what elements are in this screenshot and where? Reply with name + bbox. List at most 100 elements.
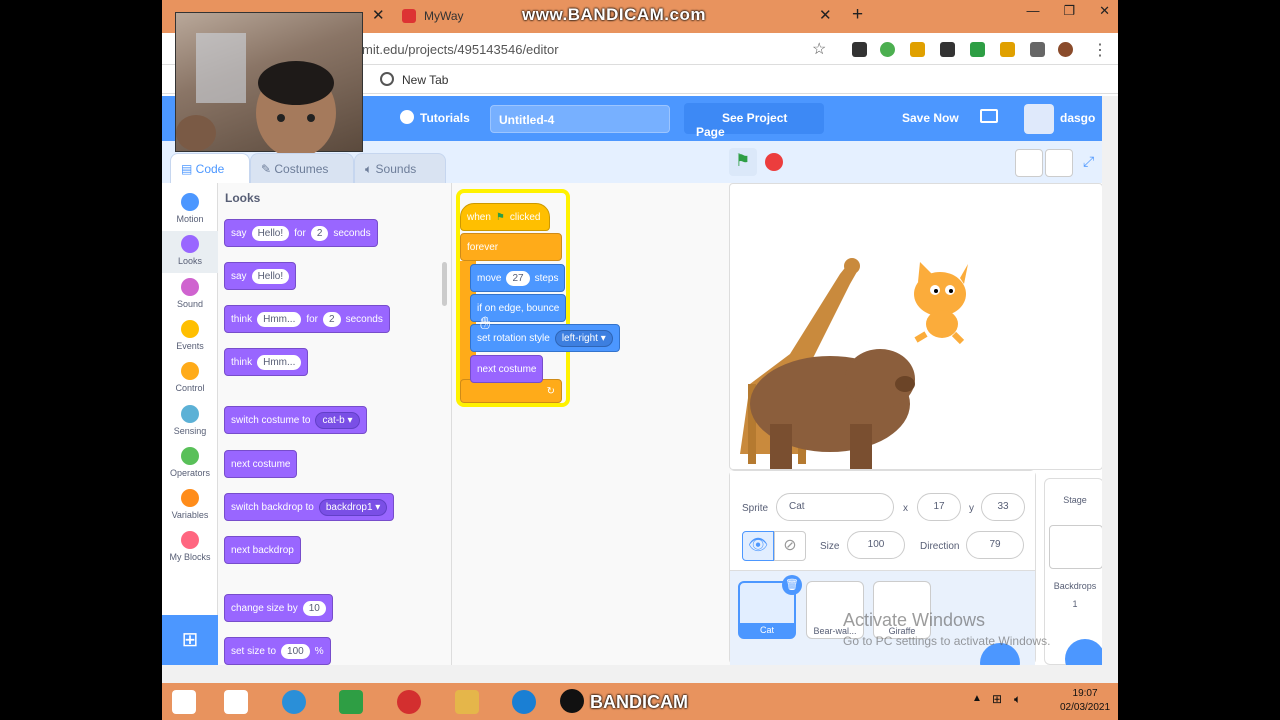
- clock[interactable]: 19:07 02/03/2021: [1060, 687, 1110, 715]
- close-tab-icon[interactable]: ✕: [372, 6, 385, 24]
- vertical-scrollbar[interactable]: [1102, 96, 1118, 665]
- category-my-blocks[interactable]: My Blocks: [162, 527, 218, 569]
- category-looks[interactable]: Looks: [162, 231, 218, 274]
- extension-clapper-icon[interactable]: [852, 42, 867, 57]
- start-windows-icon[interactable]: [172, 690, 196, 714]
- opera-icon[interactable]: [397, 690, 421, 714]
- minimize-icon[interactable]: —: [1026, 3, 1039, 19]
- store-icon[interactable]: [339, 690, 363, 714]
- profile-avatar-icon[interactable]: [1058, 42, 1073, 57]
- new-tab-icon[interactable]: +: [852, 4, 863, 26]
- tutorials-button[interactable]: Tutorials: [420, 111, 470, 125]
- green-flag-button[interactable]: ⚑: [729, 148, 757, 176]
- category-sound[interactable]: Sound: [162, 274, 218, 316]
- extension-wifi-icon[interactable]: [880, 42, 895, 57]
- rotation-style-block[interactable]: set rotation style left-right ▾: [470, 324, 620, 352]
- maximize-icon[interactable]: ❐: [1063, 3, 1075, 19]
- x-input[interactable]: 17: [917, 493, 961, 521]
- username[interactable]: dasgo: [1060, 111, 1095, 125]
- change-size-input[interactable]: 10: [302, 600, 326, 616]
- message-input[interactable]: Hello!: [251, 225, 290, 241]
- category-events[interactable]: Events: [162, 316, 218, 358]
- stage[interactable]: [729, 183, 1103, 470]
- message-input[interactable]: Hmm...: [257, 354, 302, 370]
- horizontal-scrollbar[interactable]: [162, 665, 1118, 683]
- volume-icon[interactable]: 🔈︎: [1014, 692, 1021, 707]
- bandicam-icon[interactable]: [560, 689, 584, 713]
- say-block[interactable]: say Hello!: [224, 262, 297, 290]
- seconds-input[interactable]: 2: [310, 225, 329, 241]
- when-flag-clicked-block[interactable]: when ⚑ clicked: [460, 203, 550, 231]
- tab-code[interactable]: ▤ Code: [170, 153, 250, 183]
- y-input[interactable]: 33: [981, 493, 1025, 521]
- delete-sprite-icon[interactable]: 🗑︎: [782, 575, 802, 595]
- save-now-button[interactable]: Save Now: [902, 111, 959, 125]
- tab-title[interactable]: MyWay: [424, 9, 464, 23]
- move-steps-block[interactable]: move 27 steps: [470, 264, 566, 292]
- file-explorer-icon[interactable]: [455, 690, 479, 714]
- palette-scrollbar[interactable]: [442, 262, 447, 306]
- size-input[interactable]: 100: [847, 531, 905, 559]
- add-extension-button[interactable]: ⊞: [162, 615, 218, 665]
- bookmark-new-tab[interactable]: New Tab: [402, 73, 448, 87]
- close-window-icon[interactable]: ✕: [1099, 3, 1110, 19]
- hide-sprite-button[interactable]: ⊘: [774, 531, 806, 561]
- switch-costume-block[interactable]: switch costume to cat-b ▾: [224, 406, 367, 434]
- set-size-block[interactable]: set size to 100 %: [224, 637, 331, 665]
- browser-menu-icon[interactable]: ⋮: [1092, 40, 1108, 60]
- small-stage-button[interactable]: [1015, 149, 1043, 177]
- extensions-puzzle-icon[interactable]: [1030, 42, 1045, 57]
- file-icon[interactable]: [224, 690, 248, 714]
- costume-dropdown[interactable]: cat-b ▾: [315, 411, 360, 429]
- see-project-page-button[interactable]: See Project Page: [684, 103, 824, 139]
- folder-icon[interactable]: [980, 109, 998, 123]
- set-size-input[interactable]: 100: [281, 643, 310, 659]
- network-icon[interactable]: ⊞: [992, 692, 1002, 706]
- direction-input[interactable]: 79: [966, 531, 1024, 559]
- extension-film-icon[interactable]: [940, 42, 955, 57]
- large-stage-button[interactable]: [1045, 149, 1073, 177]
- think-block[interactable]: think Hmm...: [224, 348, 309, 376]
- seconds-input[interactable]: 2: [323, 311, 341, 327]
- edge-icon[interactable]: [512, 690, 536, 714]
- stage-thumbnail[interactable]: [1049, 525, 1103, 569]
- stop-button[interactable]: [765, 153, 783, 171]
- steps-input[interactable]: 27: [506, 270, 530, 286]
- show-sprite-button[interactable]: 👁︎: [742, 531, 774, 561]
- next-backdrop-block[interactable]: next backdrop: [224, 536, 301, 564]
- stage-target-pane[interactable]: Stage Backdrops 1: [1044, 478, 1105, 679]
- extension-download-icon[interactable]: [910, 42, 925, 57]
- tab-sounds[interactable]: 🔈︎ Sounds: [354, 153, 446, 183]
- message-input[interactable]: Hello!: [251, 268, 290, 284]
- message-input[interactable]: Hmm...: [257, 311, 302, 327]
- avatar[interactable]: [1024, 104, 1054, 134]
- sprite-name-input[interactable]: Cat: [776, 493, 894, 521]
- category-control[interactable]: Control: [162, 358, 218, 400]
- cat-sprite[interactable]: [914, 262, 968, 345]
- category-label: Motion: [176, 214, 204, 224]
- bandicam-taskbar-label[interactable]: BANDICAM: [590, 692, 688, 713]
- say-for-block[interactable]: say Hello! for 2 seconds: [224, 219, 378, 247]
- category-variables[interactable]: Variables: [162, 485, 218, 527]
- backdrop-dropdown[interactable]: backdrop1 ▾: [318, 498, 388, 516]
- next-costume-block[interactable]: next costume: [224, 450, 298, 478]
- tray-arrow-icon[interactable]: ▲: [972, 693, 982, 704]
- switch-backdrop-block[interactable]: switch backdrop to backdrop1 ▾: [224, 493, 395, 521]
- next-costume-script-block[interactable]: next costume: [470, 355, 544, 383]
- ie-icon[interactable]: [282, 690, 306, 714]
- rotation-dropdown[interactable]: left-right ▾: [554, 329, 613, 347]
- bookmark-star-icon[interactable]: ☆: [812, 39, 826, 59]
- fullscreen-icon[interactable]: ⤢: [1083, 153, 1094, 170]
- category-sensing[interactable]: Sensing: [162, 401, 218, 443]
- change-size-block[interactable]: change size by 10: [224, 594, 333, 622]
- project-title-input[interactable]: Untitled-4: [490, 105, 670, 133]
- extension-download2-icon[interactable]: [1000, 42, 1015, 57]
- extension-green-icon[interactable]: [970, 42, 985, 57]
- category-motion[interactable]: Motion: [162, 189, 218, 231]
- forever-block[interactable]: forever: [460, 233, 562, 261]
- url-field[interactable]: mit.edu/projects/495143546/editor: [362, 42, 559, 57]
- close-tab-icon[interactable]: ✕: [819, 6, 832, 24]
- tab-costumes[interactable]: ✎ Costumes: [250, 153, 354, 183]
- category-operators[interactable]: Operators: [162, 443, 218, 485]
- think-for-block[interactable]: think Hmm... for 2 seconds: [224, 305, 390, 333]
